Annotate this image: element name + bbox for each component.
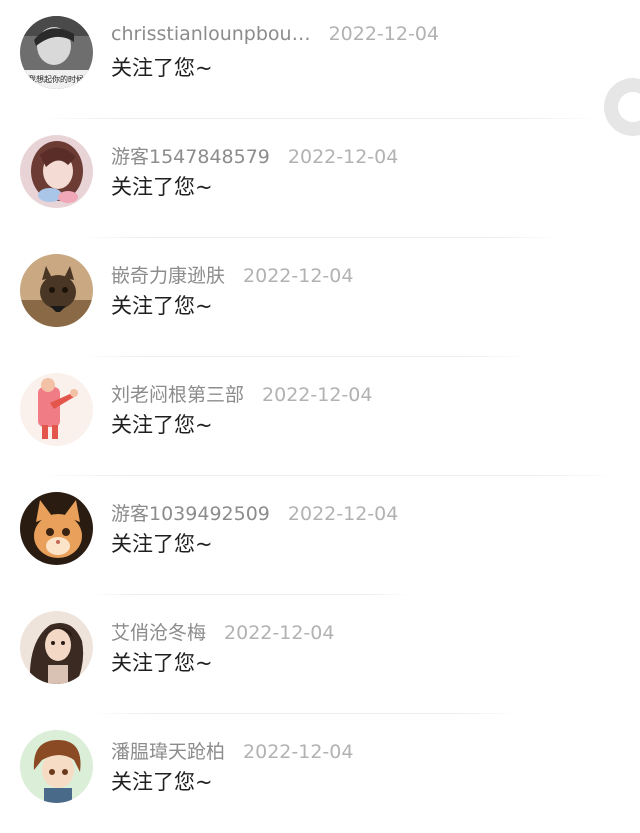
timestamp: 2022-12-04 (262, 384, 373, 406)
notification-message: 关注了您~ (111, 770, 213, 794)
timestamp: 2022-12-04 (243, 741, 354, 763)
timestamp: 2022-12-04 (243, 265, 354, 287)
user-avatar[interactable] (20, 135, 93, 208)
user-avatar[interactable] (20, 492, 93, 565)
notification-message: 关注了您~ (111, 56, 213, 80)
notification-meta: chrisstianlounpbou… 2022-12-04 (111, 23, 439, 45)
list-item[interactable]: 游客1039492509 2022-12-04 关注了您~ (0, 476, 640, 595)
list-item[interactable]: 游客1547848579 2022-12-04 关注了您~ (0, 119, 640, 238)
user-avatar[interactable] (20, 730, 93, 803)
username[interactable]: chrisstianlounpbou… (111, 23, 311, 45)
list-item[interactable]: 刘老闷根第三部 2022-12-04 关注了您~ (0, 357, 640, 476)
notification-meta: 嵌奇力康逊肤 2022-12-04 (111, 261, 353, 288)
username[interactable]: 游客1039492509 (111, 499, 270, 526)
notification-meta: 艾俏沧冬梅 2022-12-04 (111, 618, 334, 645)
username[interactable]: 游客1547848579 (111, 142, 270, 169)
user-avatar[interactable] (20, 254, 93, 327)
assistive-ring-icon (618, 92, 640, 122)
timestamp: 2022-12-04 (224, 622, 335, 644)
notification-meta: 游客1039492509 2022-12-04 (111, 499, 398, 526)
notification-meta: 潘腽瑋天跄柏 2022-12-04 (111, 737, 353, 764)
list-item[interactable]: 嵌奇力康逊肤 2022-12-04 关注了您~ (0, 238, 640, 357)
user-avatar[interactable]: 我想起你的时候 (20, 16, 93, 89)
notification-message: 关注了您~ (111, 175, 213, 199)
list-item[interactable]: 我想起你的时候 chrisstianlounpbou… 2022-12-04 关… (0, 0, 640, 119)
notification-meta: 游客1547848579 2022-12-04 (111, 142, 398, 169)
username[interactable]: 潘腽瑋天跄柏 (111, 737, 225, 764)
notification-message: 关注了您~ (111, 651, 213, 675)
timestamp: 2022-12-04 (287, 146, 399, 168)
notification-message: 关注了您~ (111, 413, 213, 437)
list-item[interactable]: 潘腽瑋天跄柏 2022-12-04 关注了您~ (0, 714, 640, 833)
timestamp: 2022-12-04 (328, 23, 439, 45)
user-avatar[interactable] (20, 373, 93, 446)
username[interactable]: 艾俏沧冬梅 (111, 618, 206, 645)
username[interactable]: 刘老闷根第三部 (111, 380, 244, 407)
user-avatar[interactable] (20, 611, 93, 684)
notification-meta: 刘老闷根第三部 2022-12-04 (111, 380, 372, 407)
follow-notification-list: 我想起你的时候 chrisstianlounpbou… 2022-12-04 关… (0, 0, 640, 833)
username[interactable]: 嵌奇力康逊肤 (111, 261, 225, 288)
notification-message: 关注了您~ (111, 294, 213, 318)
list-item[interactable]: 艾俏沧冬梅 2022-12-04 关注了您~ (0, 595, 640, 714)
svg-text:我想起你的时候: 我想起你的时候 (28, 74, 84, 84)
notification-message: 关注了您~ (111, 532, 213, 556)
timestamp: 2022-12-04 (287, 503, 399, 525)
